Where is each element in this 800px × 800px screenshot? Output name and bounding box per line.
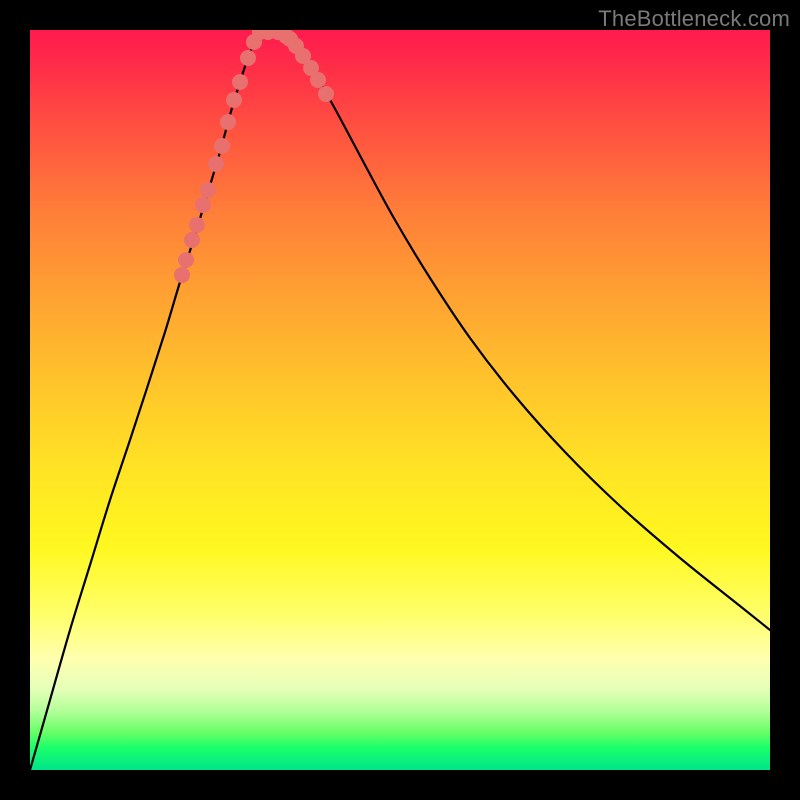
watermark-text: TheBottleneck.com xyxy=(598,6,790,32)
highlight-marker xyxy=(318,86,334,102)
highlight-marker xyxy=(184,232,200,248)
highlight-marker xyxy=(240,50,256,66)
highlight-marker xyxy=(220,114,236,130)
highlight-marker xyxy=(174,267,190,283)
highlight-marker xyxy=(226,92,242,108)
highlight-marker xyxy=(214,138,230,154)
highlight-marker xyxy=(189,217,205,233)
plot-area xyxy=(30,30,770,770)
highlight-marker xyxy=(310,72,326,88)
highlight-marker xyxy=(178,252,194,268)
highlight-marker xyxy=(232,74,248,90)
chart-svg xyxy=(30,30,770,770)
chart-frame: TheBottleneck.com xyxy=(0,0,800,800)
bottleneck-curve xyxy=(30,31,770,770)
highlight-marker xyxy=(195,197,211,213)
highlight-marker xyxy=(208,156,224,172)
highlight-marker xyxy=(200,182,216,198)
